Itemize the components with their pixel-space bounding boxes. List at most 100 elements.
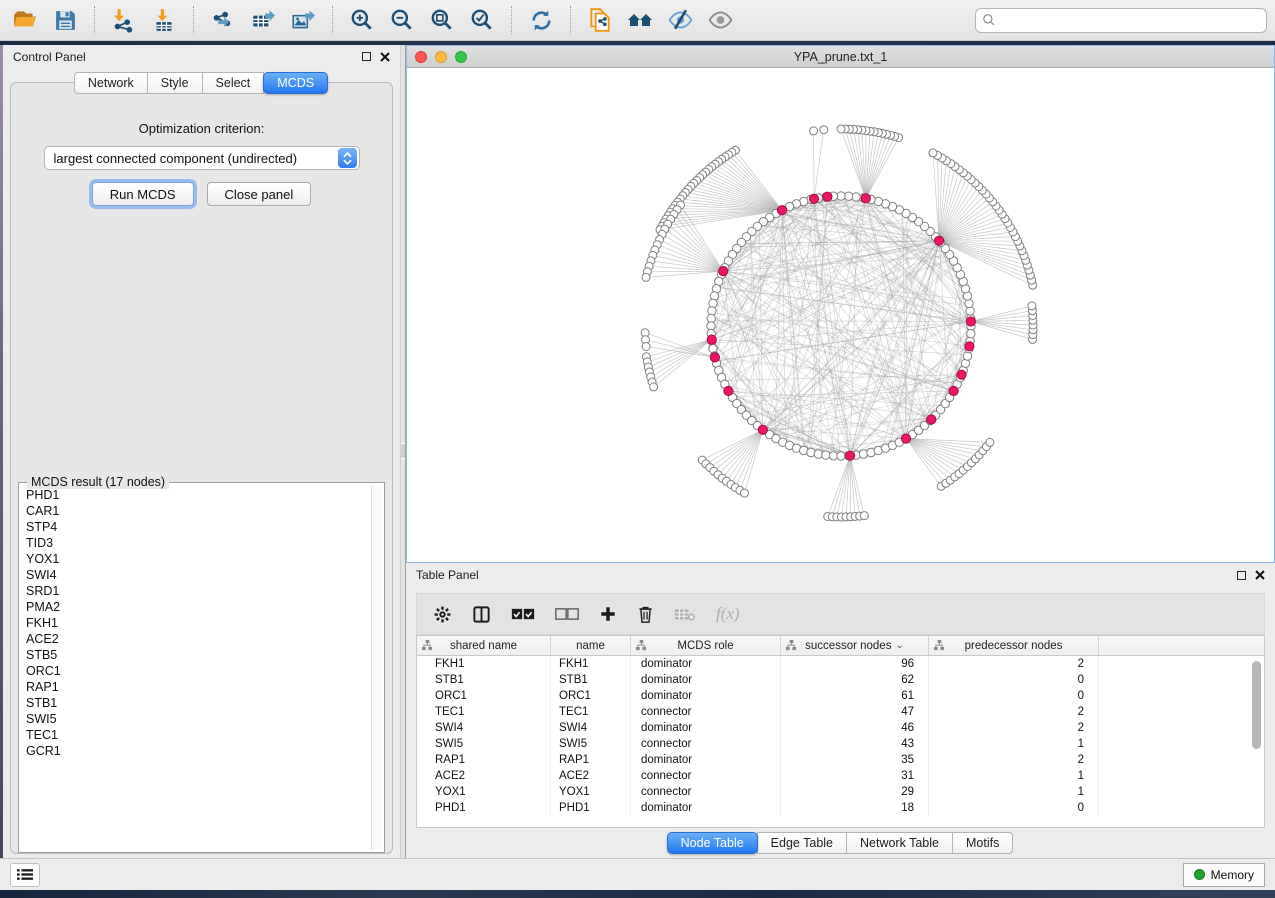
table-row[interactable]: YOX1YOX1connector291 [417,784,1264,800]
table-cell-filler [1099,784,1264,800]
close-panel-icon[interactable] [1255,570,1265,580]
mcds-result-item[interactable]: PHD1 [21,487,370,503]
table-row[interactable]: PHD1PHD1dominator180 [417,800,1264,816]
control-panel: Control Panel Network Style Select MCDS … [3,45,400,858]
column-header-mcds-role[interactable]: MCDS role [631,636,781,655]
select-all-icon[interactable] [511,607,535,621]
table-row[interactable]: SWI5SWI5connector431 [417,736,1264,752]
run-mcds-button[interactable]: Run MCDS [92,182,194,206]
column-header-successor-nodes[interactable]: successor nodes ⌄ [781,636,929,655]
table-row[interactable]: STB1STB1dominator620 [417,672,1264,688]
deselect-all-icon[interactable] [555,607,579,621]
close-panel-icon[interactable] [380,52,390,62]
zoom-fit-icon[interactable] [425,4,459,36]
tab-network-table[interactable]: Network Table [846,832,953,854]
table-cell: FKH1 [417,656,551,672]
clone-network-icon[interactable] [583,4,617,36]
float-panel-icon[interactable] [1237,571,1246,580]
gear-icon[interactable] [433,605,452,624]
tab-select[interactable]: Select [202,72,265,94]
mcds-result-item[interactable]: GCR1 [21,743,370,759]
mcds-result-item[interactable]: TEC1 [21,727,370,743]
import-network-icon[interactable] [107,4,141,36]
export-network-icon[interactable] [206,4,240,36]
show-eye-icon[interactable] [703,4,737,36]
search-input[interactable] [1000,13,1260,27]
criterion-select[interactable]: largest connected component (undirected) [44,146,360,170]
table-cell: TEC1 [551,704,631,720]
table-cell: connector [631,784,781,800]
table-scrollbar[interactable] [1252,661,1261,749]
zoom-in-icon[interactable] [345,4,379,36]
memory-button[interactable]: Memory [1183,863,1265,887]
float-panel-icon[interactable] [362,52,371,61]
mcds-result-item[interactable]: FKH1 [21,615,370,631]
table-cell-filler [1099,704,1264,720]
table-cell-filler [1099,672,1264,688]
tab-node-table[interactable]: Node Table [667,832,758,854]
mcds-result-item[interactable]: ACE2 [21,631,370,647]
mcds-result-item[interactable]: STB5 [21,647,370,663]
mcds-result-list: PHD1CAR1STP4TID3YOX1SWI4SRD1PMA2FKH1ACE2… [21,487,370,850]
splitter-grip[interactable] [401,443,405,459]
table-row[interactable]: ORC1ORC1dominator610 [417,688,1264,704]
export-image-icon[interactable] [286,4,320,36]
mcds-result-item[interactable]: SWI4 [21,567,370,583]
refresh-icon[interactable] [524,4,558,36]
control-panel-title: Control Panel [13,50,86,64]
table-row[interactable]: FKH1FKH1dominator962 [417,656,1264,672]
import-table-icon[interactable] [147,4,181,36]
table-cell: 1 [929,768,1099,784]
mcds-result-item[interactable]: RAP1 [21,679,370,695]
table-cell: ORC1 [417,688,551,704]
hide-eye-icon[interactable] [663,4,697,36]
network-canvas[interactable] [407,68,1274,562]
add-icon[interactable] [599,605,617,623]
tab-edge-table[interactable]: Edge Table [757,832,847,854]
node-table: shared name name MCDS role successor nod… [416,635,1265,828]
save-session-icon[interactable] [48,4,82,36]
table-cell: 18 [781,800,929,816]
tab-mcds[interactable]: MCDS [263,72,328,94]
close-panel-button[interactable]: Close panel [207,182,312,206]
mcds-result-item[interactable]: PMA2 [21,599,370,615]
toolbar-separator [94,6,95,34]
mcds-list-scrollbar[interactable] [371,485,382,850]
table-cell-filler [1099,736,1264,752]
tab-network[interactable]: Network [74,72,148,94]
table-row[interactable]: ACE2ACE2connector311 [417,768,1264,784]
mcds-result-item[interactable]: SWI5 [21,711,370,727]
table-cell: RAP1 [417,752,551,768]
mcds-result-item[interactable]: CAR1 [21,503,370,519]
zoom-selected-icon[interactable] [465,4,499,36]
control-panel-header: Control Panel [3,45,400,68]
mcds-result-item[interactable]: STP4 [21,519,370,535]
mcds-result-item[interactable]: ORC1 [21,663,370,679]
table-row[interactable]: SWI4SWI4dominator462 [417,720,1264,736]
column-header-name[interactable]: name [551,636,631,655]
table-cell: ORC1 [551,688,631,704]
houses-icon[interactable] [623,4,657,36]
task-history-button[interactable] [10,863,40,887]
open-session-icon[interactable] [8,4,42,36]
column-header-shared-name[interactable]: shared name [417,636,551,655]
control-panel-tabs: Network Style Select MCDS [3,72,400,94]
mcds-result-item[interactable]: STB1 [21,695,370,711]
tab-style[interactable]: Style [147,72,203,94]
columns-icon[interactable] [472,605,491,624]
delete-icon[interactable] [637,605,654,624]
table-row[interactable]: TEC1TEC1connector472 [417,704,1264,720]
table-cell: 1 [929,784,1099,800]
table-cell: 43 [781,736,929,752]
network-graph[interactable] [407,68,1274,563]
mcds-result-item[interactable]: SRD1 [21,583,370,599]
mcds-result-item[interactable]: TID3 [21,535,370,551]
select-stepper-icon [338,148,357,168]
zoom-out-icon[interactable] [385,4,419,36]
export-table-icon[interactable] [246,4,280,36]
table-row[interactable]: RAP1RAP1dominator352 [417,752,1264,768]
column-header-predecessor-nodes[interactable]: predecessor nodes [929,636,1099,655]
mcds-result-item[interactable]: YOX1 [21,551,370,567]
function-icon: f(x) [716,604,740,624]
tab-motifs[interactable]: Motifs [952,832,1013,854]
